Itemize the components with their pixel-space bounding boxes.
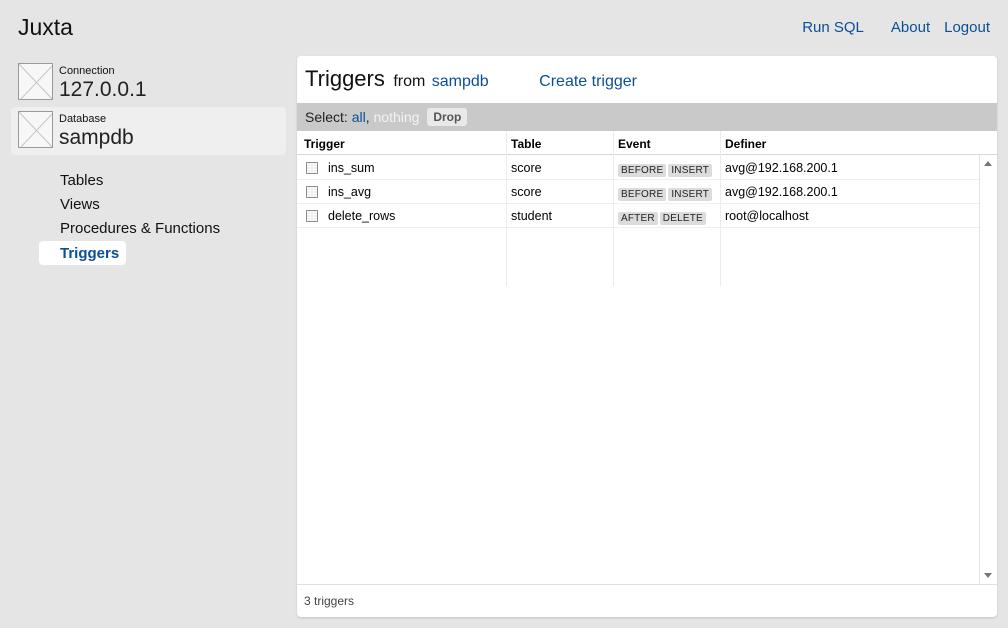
row-checkbox[interactable] (306, 210, 318, 222)
table-row[interactable]: delete_rows student AFTER DELETE root@loc… (297, 204, 979, 228)
scroll-up-arrow-icon[interactable] (984, 161, 992, 166)
database-label: Database (59, 113, 107, 125)
select-all-link[interactable]: all (352, 109, 366, 125)
connection-value: 127.0.0.1 (59, 78, 147, 101)
column-header-definer[interactable]: Definer (725, 137, 766, 151)
trigger-table: student (511, 209, 553, 223)
trigger-count: 3 triggers (304, 594, 355, 608)
timing-badge: BEFORE (618, 164, 667, 177)
panel-header: Triggers from sampdb Create trigger (305, 66, 637, 92)
table-row[interactable]: ins_avg score BEFORE INSERT avg@192.168.2… (297, 180, 979, 204)
event-badge: INSERT (668, 188, 713, 201)
selection-bar: Select: all, nothing Drop (297, 103, 997, 131)
sidebar-item-tables[interactable]: Tables (39, 169, 126, 193)
database-image-icon (18, 111, 53, 148)
trigger-name[interactable]: ins_avg (328, 185, 371, 199)
from-label: from (393, 73, 426, 90)
row-checkbox[interactable] (306, 162, 318, 174)
column-header-trigger[interactable]: Trigger (304, 137, 345, 151)
trigger-table: score (511, 185, 542, 199)
run-sql-link[interactable]: Run SQL (802, 19, 864, 36)
trigger-event: BEFORE INSERT (618, 162, 714, 177)
connection-label: Connection (59, 65, 115, 77)
table-row[interactable]: ins_sum score BEFORE INSERT avg@192.168.2… (297, 156, 979, 180)
row-checkbox[interactable] (306, 186, 318, 198)
trigger-event: BEFORE INSERT (618, 186, 714, 201)
app-title: Juxta (18, 14, 73, 40)
panel-footer: 3 triggers (297, 584, 997, 617)
table-header: Trigger Table Event Definer (297, 131, 997, 155)
database-card[interactable]: Database sampdb (11, 107, 286, 155)
logout-link[interactable]: Logout (944, 19, 990, 36)
timing-badge: AFTER (618, 212, 658, 225)
trigger-name[interactable]: delete_rows (328, 209, 395, 223)
sidebar-item-procedures[interactable]: Procedures & Functions (39, 217, 220, 241)
trigger-event: AFTER DELETE (618, 210, 708, 225)
column-header-table[interactable]: Table (511, 137, 541, 151)
trigger-definer: avg@192.168.200.1 (725, 161, 838, 175)
select-separator: , (365, 109, 370, 125)
trigger-name[interactable]: ins_sum (328, 161, 375, 175)
event-badge: INSERT (668, 164, 713, 177)
trigger-definer: avg@192.168.200.1 (725, 185, 838, 199)
sidebar-item-triggers[interactable]: Triggers (39, 241, 126, 265)
trigger-definer: root@localhost (725, 209, 809, 223)
event-badge: DELETE (659, 212, 706, 225)
trigger-table: score (511, 161, 542, 175)
timing-badge: BEFORE (618, 188, 667, 201)
database-value: sampdb (59, 126, 134, 149)
connection-card[interactable]: Connection 127.0.0.1 (11, 59, 286, 107)
page-title: Triggers (305, 66, 385, 91)
column-header-event[interactable]: Event (618, 137, 651, 151)
top-nav: Run SQL About Logout (802, 19, 990, 36)
select-nothing-link[interactable]: nothing (374, 109, 420, 125)
about-link[interactable]: About (891, 19, 930, 36)
create-trigger-link[interactable]: Create trigger (539, 73, 637, 90)
database-link[interactable]: sampdb (432, 73, 489, 90)
sidebar-nav: Tables Views Procedures & Functions Trig… (39, 169, 220, 265)
connection-image-icon (18, 63, 53, 100)
drop-button[interactable]: Drop (427, 108, 468, 126)
select-label: Select: (305, 109, 348, 125)
vertical-scrollbar[interactable] (979, 155, 995, 584)
sidebar-item-views[interactable]: Views (39, 193, 126, 217)
scroll-down-arrow-icon[interactable] (984, 573, 992, 578)
triggers-panel: Triggers from sampdb Create trigger Sele… (297, 56, 997, 617)
